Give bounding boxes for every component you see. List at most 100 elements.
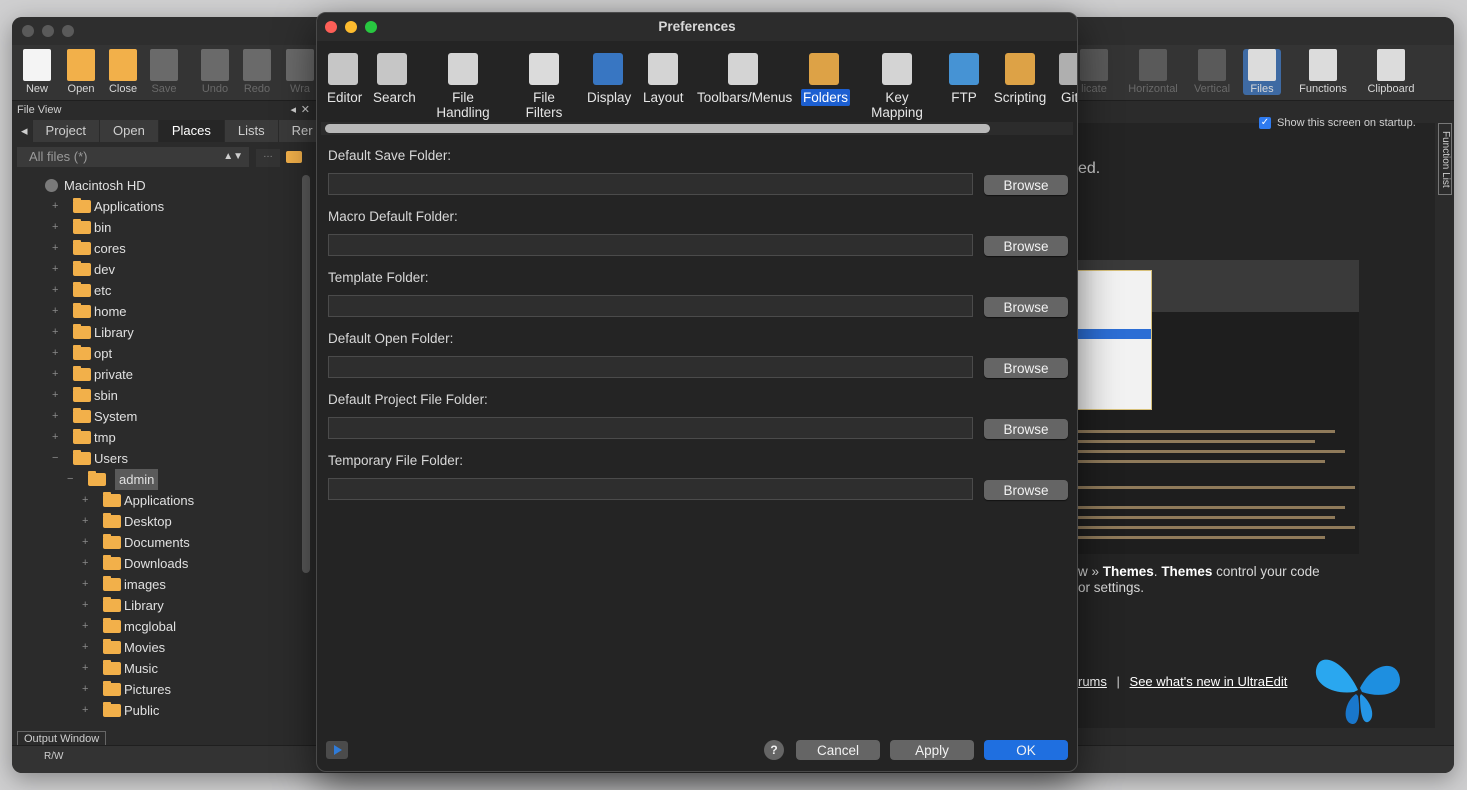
expand-icon[interactable]: +	[82, 700, 88, 721]
tree-node[interactable]: + tmp	[17, 427, 302, 448]
ok-button[interactable]: OK	[984, 740, 1068, 760]
expand-icon[interactable]: +	[52, 364, 58, 385]
tree-node[interactable]: Macintosh HD	[17, 175, 302, 196]
tree-node[interactable]: + Desktop	[17, 511, 302, 532]
vertical-toolbar-button[interactable]: Vertical	[1190, 49, 1234, 95]
horizontal-toolbar-button[interactable]: Horizontal	[1126, 49, 1180, 95]
folder-path-input[interactable]	[328, 295, 973, 317]
category-display[interactable]: Display	[585, 49, 631, 115]
help-button[interactable]: ?	[764, 740, 784, 760]
new-folder-icon[interactable]	[286, 151, 302, 163]
expand-icon[interactable]: +	[52, 301, 58, 322]
tabs-scroll-left-icon[interactable]: ◂	[17, 120, 33, 142]
tree-node[interactable]: + Pictures	[17, 679, 302, 700]
expand-icon[interactable]: +	[52, 343, 58, 364]
redo-toolbar-button[interactable]: Redo	[235, 49, 279, 95]
category-search[interactable]: Search	[371, 49, 416, 115]
category-file-filters[interactable]: File Filters	[513, 49, 575, 120]
category-git[interactable]: Git	[1059, 49, 1077, 115]
expand-icon[interactable]: +	[52, 196, 58, 217]
collapse-icon[interactable]: −	[67, 469, 73, 490]
expand-icon[interactable]: +	[82, 658, 88, 679]
zoom-window-button[interactable]	[365, 21, 377, 33]
apply-button[interactable]: Apply	[890, 740, 974, 760]
category-layout[interactable]: Layout	[641, 49, 685, 115]
expand-icon[interactable]: +	[52, 427, 58, 448]
close-toolbar-button[interactable]: Close	[101, 49, 145, 95]
tab-open[interactable]: Open	[100, 120, 159, 142]
tree-node[interactable]: + Library	[17, 322, 302, 343]
folder-path-input[interactable]	[328, 234, 973, 256]
expand-icon[interactable]: +	[52, 385, 58, 406]
expand-icon[interactable]: +	[52, 217, 58, 238]
category-key-mapping[interactable]: Key Mapping	[857, 49, 937, 120]
tree-node[interactable]: + Downloads	[17, 553, 302, 574]
tree-node[interactable]: + Applications	[17, 490, 302, 511]
tree-node[interactable]: + Library	[17, 595, 302, 616]
tree-node[interactable]: + bin	[17, 217, 302, 238]
expand-icon[interactable]: +	[82, 637, 88, 658]
play-macro-button[interactable]	[326, 741, 348, 759]
browse-button[interactable]: Browse	[984, 480, 1068, 500]
category-file-handling[interactable]: File Handling	[423, 49, 503, 120]
app-zoom-dot[interactable]	[62, 25, 74, 37]
folder-path-input[interactable]	[328, 417, 973, 439]
expand-icon[interactable]: +	[52, 259, 58, 280]
collapse-icon[interactable]: −	[52, 448, 58, 469]
browse-button[interactable]: Browse	[984, 297, 1068, 317]
expand-icon[interactable]: +	[82, 616, 88, 637]
category-toolbars-menus[interactable]: Toolbars/Menus	[695, 49, 792, 115]
new-toolbar-button[interactable]: New	[15, 49, 59, 95]
tree-node[interactable]: + dev	[17, 259, 302, 280]
folder-path-input[interactable]	[328, 173, 973, 195]
expand-icon[interactable]: +	[82, 490, 88, 511]
licate-toolbar-button[interactable]: licate	[1072, 49, 1116, 95]
expand-icon[interactable]: +	[82, 511, 88, 532]
browse-button[interactable]: Browse	[984, 419, 1068, 439]
tree-node[interactable]: + private	[17, 364, 302, 385]
tree-node[interactable]: + opt	[17, 343, 302, 364]
folder-path-input[interactable]	[328, 478, 973, 500]
expand-icon[interactable]: +	[82, 532, 88, 553]
tree-scrollbar[interactable]	[302, 175, 310, 573]
pin-icon[interactable]: ◂	[290, 101, 296, 119]
save-toolbar-button[interactable]: Save	[142, 49, 186, 95]
browse-button[interactable]: Browse	[984, 358, 1068, 378]
tab-lists[interactable]: Lists	[224, 120, 279, 142]
expand-icon[interactable]: +	[52, 280, 58, 301]
tree-node[interactable]: + Public	[17, 700, 302, 721]
tree-node[interactable]: + images	[17, 574, 302, 595]
open-toolbar-button[interactable]: Open	[59, 49, 103, 95]
browse-button[interactable]: Browse	[984, 175, 1068, 195]
expand-icon[interactable]: +	[52, 238, 58, 259]
cancel-button[interactable]: Cancel	[796, 740, 880, 760]
tree-node[interactable]: + Movies	[17, 637, 302, 658]
files-toolbar-button[interactable]: Files	[1243, 49, 1281, 95]
undo-toolbar-button[interactable]: Undo	[193, 49, 237, 95]
tree-node[interactable]: + etc	[17, 280, 302, 301]
category-editor[interactable]: Editor	[325, 49, 362, 115]
minimize-window-button[interactable]	[345, 21, 357, 33]
tree-node[interactable]: + Applications	[17, 196, 302, 217]
tree-node[interactable]: + sbin	[17, 385, 302, 406]
app-minimize-dot[interactable]	[42, 25, 54, 37]
category-scripting[interactable]: Scripting	[991, 49, 1049, 115]
show-on-startup-checkbox[interactable]: ✓ Show this screen on startup.	[1259, 117, 1416, 129]
browse-button[interactable]: Browse	[984, 236, 1068, 256]
expand-icon[interactable]: +	[82, 574, 88, 595]
whats-new-link[interactable]: See what's new in UltraEdit	[1130, 674, 1288, 689]
expand-icon[interactable]: +	[52, 406, 58, 427]
category-scrollbar[interactable]	[325, 124, 990, 133]
tab-project[interactable]: Project	[32, 120, 100, 142]
file-filter-select[interactable]: All files (*) ▲▼	[17, 147, 249, 167]
tree-node[interactable]: + Music	[17, 658, 302, 679]
expand-icon[interactable]: +	[52, 322, 58, 343]
close-icon[interactable]: ✕	[301, 101, 310, 119]
tree-node[interactable]: − Users	[17, 448, 302, 469]
tree-node[interactable]: + home	[17, 301, 302, 322]
tree-node[interactable]: − admin	[17, 469, 302, 490]
app-close-dot[interactable]	[22, 25, 34, 37]
tree-node[interactable]: + cores	[17, 238, 302, 259]
filter-dots-button[interactable]: …	[256, 149, 280, 167]
tree-node[interactable]: + Documents	[17, 532, 302, 553]
